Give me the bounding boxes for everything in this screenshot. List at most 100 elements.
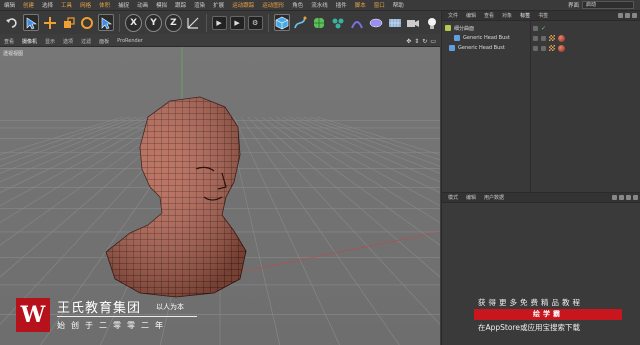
grid-line	[275, 116, 440, 207]
field-icon[interactable]	[368, 14, 384, 31]
om-menu-edit[interactable]: 编辑	[462, 12, 480, 19]
forward-icon[interactable]	[619, 195, 624, 200]
menu-snap[interactable]: 捕捉	[114, 1, 133, 9]
visibility-flag[interactable]	[541, 35, 546, 41]
visibility-flag[interactable]	[541, 45, 546, 51]
grid-line	[254, 116, 440, 278]
pen-spline-icon[interactable]	[293, 14, 309, 31]
menu-plugins[interactable]: 插件	[332, 1, 351, 9]
menu-animate[interactable]: 动画	[133, 1, 152, 9]
om-menu-view[interactable]: 查看	[480, 12, 498, 19]
layer-flag[interactable]	[533, 25, 538, 31]
back-icon[interactable]	[612, 195, 617, 200]
rotate-view-icon[interactable]: ↻	[422, 38, 427, 45]
menu-mesh[interactable]: 网格	[76, 1, 95, 9]
layer-flag[interactable]	[533, 35, 538, 41]
om-menu-objects[interactable]: 对象	[498, 12, 516, 19]
layout-select[interactable]: 启动	[582, 1, 634, 9]
main-menubar: 编辑 创建 选择 工具 网格 体积 捕捉 动画 模拟 跟踪 渲染 扩展 运动跟踪…	[0, 0, 640, 11]
layer-flag[interactable]	[533, 45, 538, 51]
am-menu-mode[interactable]: 模式	[444, 194, 462, 201]
brand-slogan: 以人为本	[156, 303, 184, 311]
brand-name: 王氏教育集团	[57, 301, 142, 316]
viewport-menubar: 查看 摄像机 显示 选项 过滤 面板 ProRender ✥ ⇕ ↻ ▭	[0, 36, 440, 46]
main-toolbar: X Y Z ▶ ▶ ⚙	[0, 11, 440, 34]
object-row-head-bust-2[interactable]: Generic Head Bust	[442, 43, 640, 53]
viewport-menu-cameras[interactable]: 摄像机	[18, 38, 41, 45]
rotate-icon[interactable]	[79, 14, 95, 31]
move-icon[interactable]	[42, 14, 58, 31]
scene-icon[interactable]	[387, 14, 403, 31]
grid-line	[282, 116, 440, 193]
menu-script[interactable]: 脚本	[351, 1, 370, 9]
cube-icon[interactable]	[273, 14, 290, 31]
menu-simulate[interactable]: 模拟	[152, 1, 171, 9]
attribute-manager-menubar: 模式 编辑 用户数据	[442, 193, 640, 203]
object-row-subdivision[interactable]: 细分曲面 ✓	[442, 23, 640, 33]
undo-icon[interactable]	[4, 14, 20, 31]
viewport-menu-panel[interactable]: 面板	[95, 38, 113, 45]
home-icon[interactable]	[625, 13, 630, 18]
uvw-tag-icon[interactable]	[549, 45, 555, 51]
menu-create[interactable]: 创建	[19, 1, 38, 9]
live-selection-icon[interactable]	[22, 14, 39, 31]
menu-window[interactable]: 窗口	[370, 1, 389, 9]
search-icon[interactable]	[626, 195, 631, 200]
enabled-check-icon[interactable]: ✓	[541, 25, 546, 31]
om-menu-bookmarks[interactable]: 书签	[534, 12, 552, 19]
promo-app-badge: 绘学霸	[474, 309, 622, 320]
subdivision-surface-icon	[445, 25, 451, 31]
material-tag-icon[interactable]	[558, 44, 565, 52]
y-axis-lock-icon[interactable]: Y	[145, 13, 162, 32]
menu-help[interactable]: 帮助	[389, 1, 408, 9]
pan-view-icon[interactable]: ✥	[406, 38, 411, 45]
recent-tool-icon[interactable]	[98, 14, 115, 31]
cloner-icon[interactable]	[330, 14, 346, 31]
om-menu-tags[interactable]: 标签	[516, 12, 534, 19]
new-view-icon[interactable]	[632, 13, 637, 18]
viewport-menu-options[interactable]: 选项	[59, 38, 77, 45]
promo-download-text: 在AppStore或应用宝搜索下载	[478, 323, 580, 332]
render-to-picture-viewer-icon[interactable]: ▶	[229, 15, 245, 30]
deformer-icon[interactable]	[349, 14, 365, 31]
menu-render[interactable]: 渲染	[190, 1, 209, 9]
om-menu-file[interactable]: 文件	[444, 12, 462, 19]
am-menu-user-data[interactable]: 用户数据	[480, 194, 508, 201]
menu-mograph[interactable]: 运动图形	[258, 1, 288, 9]
camera-icon[interactable]	[405, 14, 421, 31]
menu-motion-tracking[interactable]: 运动跟踪	[228, 1, 258, 9]
x-axis-lock-icon[interactable]: X	[125, 13, 143, 32]
object-name: Generic Head Bust	[458, 45, 505, 51]
zoom-view-icon[interactable]: ⇕	[414, 38, 419, 45]
viewport-menu-prorender[interactable]: ProRender	[113, 38, 147, 44]
material-tag-icon[interactable]	[558, 34, 565, 42]
brand-logo: W	[16, 298, 50, 332]
menu-edit[interactable]: 编辑	[0, 1, 19, 9]
viewport-menu-filter[interactable]: 过滤	[77, 38, 95, 45]
viewport-menu-display[interactable]: 显示	[41, 38, 59, 45]
render-settings-icon[interactable]: ⚙	[247, 15, 263, 30]
object-row-head-bust-1[interactable]: Generic Head Bust	[442, 33, 640, 43]
grid-line	[317, 116, 440, 156]
am-menu-edit[interactable]: 编辑	[462, 194, 480, 201]
menu-character[interactable]: 角色	[288, 1, 307, 9]
coordinate-system-icon[interactable]	[185, 14, 201, 31]
scale-icon[interactable]	[61, 14, 77, 31]
lock-icon[interactable]	[633, 195, 638, 200]
menu-select[interactable]: 选择	[38, 1, 57, 9]
z-axis-lock-icon[interactable]: Z	[164, 13, 182, 32]
menu-extensions[interactable]: 扩展	[209, 1, 228, 9]
light-icon[interactable]	[424, 14, 440, 31]
menu-track[interactable]: 跟踪	[171, 1, 190, 9]
menu-pipeline[interactable]: 流水线	[307, 1, 332, 9]
menu-tools[interactable]: 工具	[57, 1, 76, 9]
brand-founded: 始创于二零零二年	[57, 321, 169, 330]
toggle-view-icon[interactable]: ▭	[430, 38, 436, 45]
search-icon[interactable]	[618, 13, 623, 18]
viewport-menu-view[interactable]: 查看	[0, 38, 18, 45]
menu-volume[interactable]: 体积	[95, 1, 114, 9]
uvw-tag-icon[interactable]	[549, 35, 555, 41]
subdivision-surface-icon[interactable]	[311, 14, 327, 31]
right-dock: 文件 编辑 查看 对象 标签 书签 细分曲面 ✓ Generic Head Bu…	[441, 11, 640, 345]
render-view-icon[interactable]: ▶	[211, 15, 227, 30]
